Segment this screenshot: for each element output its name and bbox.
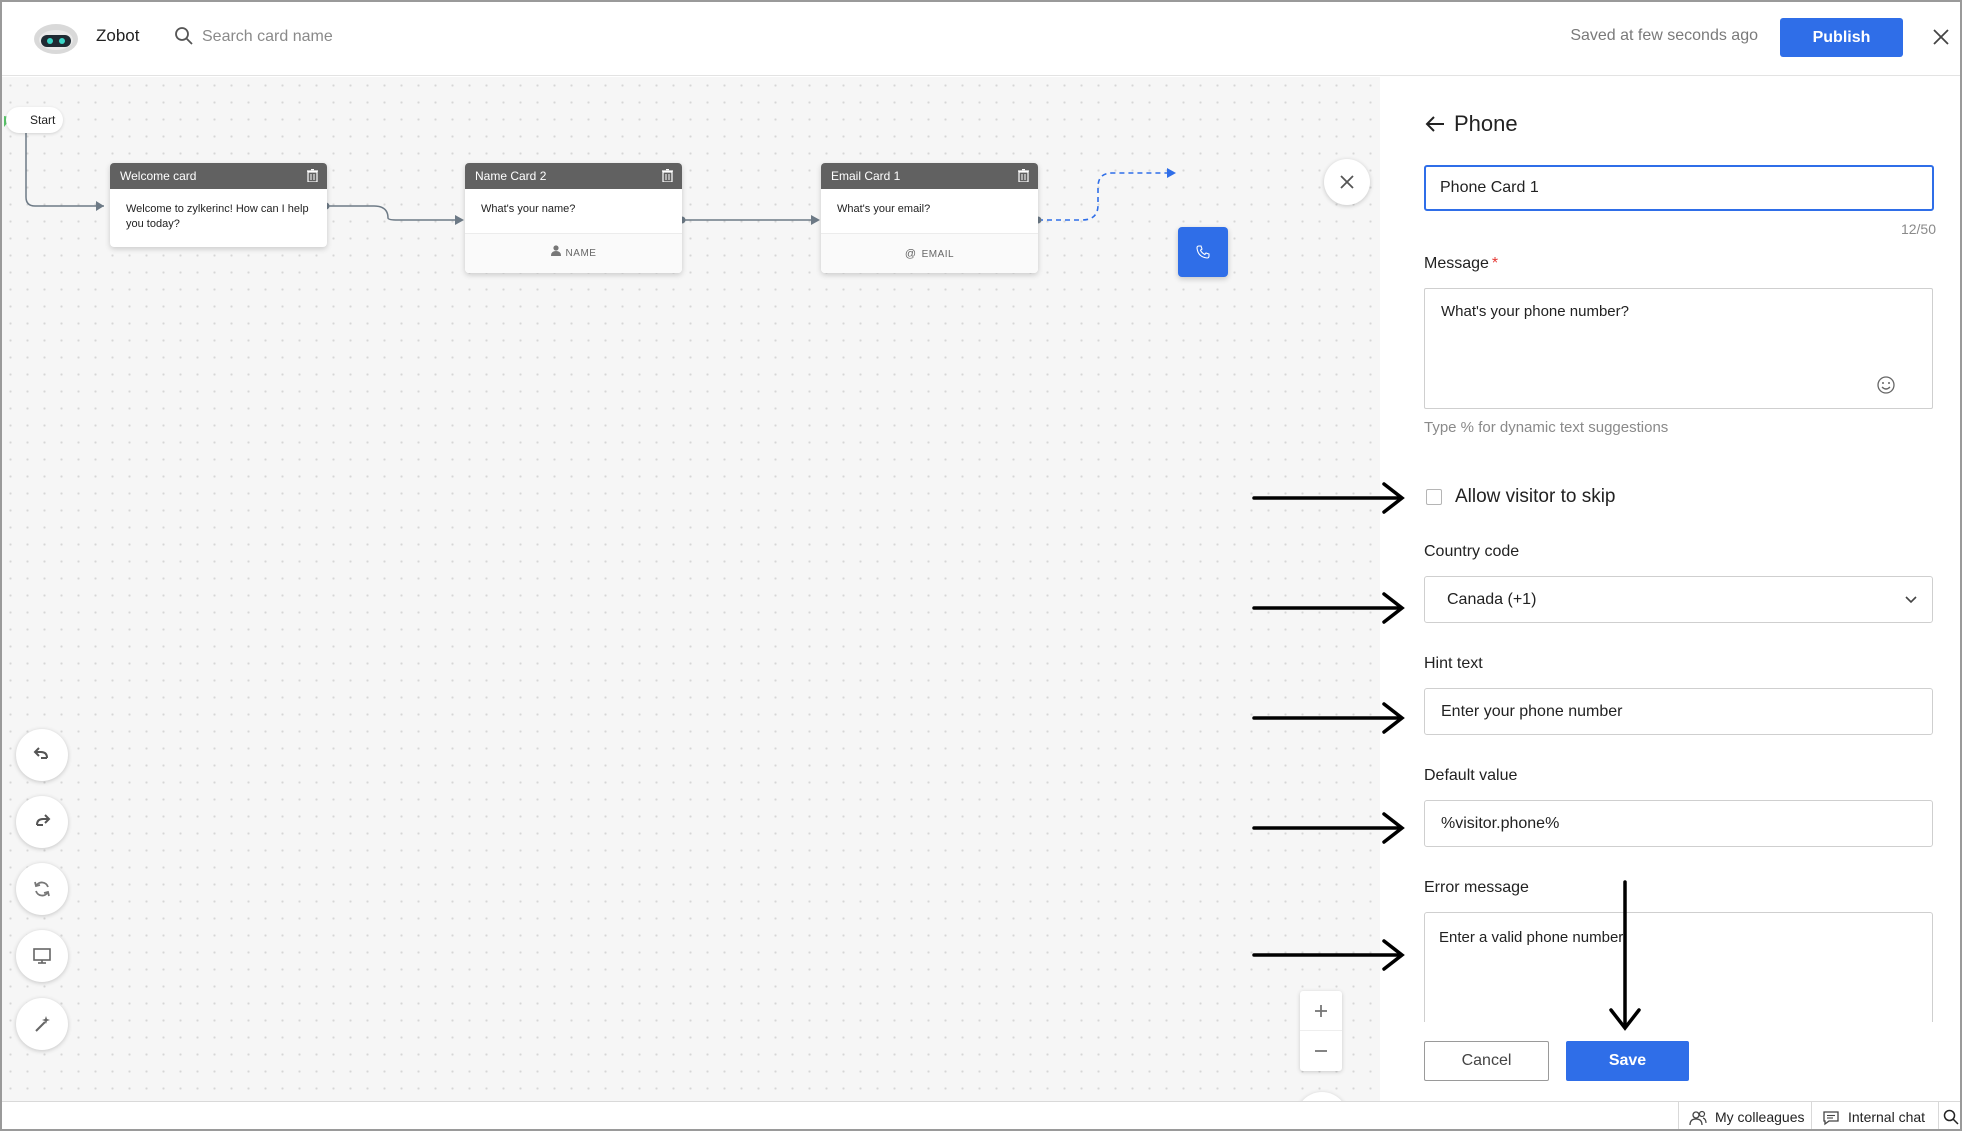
internal-chat-button[interactable]: Internal chat — [1811, 1102, 1936, 1129]
statusbar-search-button[interactable] — [1938, 1102, 1960, 1129]
internal-chat-label: Internal chat — [1848, 1109, 1926, 1125]
zoom-controls — [1300, 991, 1342, 1071]
redo-button[interactable] — [16, 796, 68, 848]
default-value-input[interactable]: %visitor.phone% — [1424, 800, 1933, 847]
email-card[interactable]: Email Card 1 What's your email? @ EMAIL — [821, 163, 1038, 273]
phone-card-node[interactable] — [1178, 227, 1228, 277]
plus-icon — [1315, 1005, 1327, 1017]
panel-title: Phone — [1454, 111, 1518, 136]
top-bar: Zobot Saved at few seconds ago Publish — [2, 2, 1960, 76]
card-field-tag: NAME — [465, 233, 682, 273]
card-title: Email Card 1 — [831, 169, 901, 183]
trash-icon[interactable] — [1018, 169, 1029, 182]
zoom-in-button[interactable] — [1300, 991, 1342, 1031]
hint-text-label: Hint text — [1424, 655, 1483, 672]
country-code-value: Canada (+1) — [1447, 591, 1537, 608]
card-title: Welcome card — [120, 169, 197, 183]
default-value-label: Default value — [1424, 767, 1518, 784]
undo-icon — [33, 747, 48, 759]
card-name-input[interactable] — [1424, 165, 1934, 211]
magic-wand-icon — [35, 1016, 50, 1032]
status-bar: My colleagues Internal chat — [2, 1101, 1960, 1129]
preview-screen-button[interactable] — [16, 930, 68, 982]
card-field-label: NAME — [565, 248, 597, 259]
welcome-card[interactable]: Welcome card Welcome to zylkerinc! How c… — [110, 163, 327, 247]
search-icon — [175, 27, 193, 45]
auto-arrange-button[interactable] — [16, 998, 68, 1050]
trash-icon[interactable] — [662, 169, 673, 182]
undo-button[interactable] — [16, 729, 68, 781]
card-settings-panel: Phone 12/50 Message* What's your phone n… — [1380, 77, 1960, 1101]
phone-icon — [1196, 245, 1210, 259]
name-card[interactable]: Name Card 2 What's your name? NAME — [465, 163, 682, 273]
hint-text-input[interactable]: Enter your phone number — [1424, 688, 1933, 735]
card-header: Name Card 2 — [465, 163, 682, 189]
monitor-icon — [33, 948, 51, 964]
save-button[interactable]: Save — [1566, 1041, 1689, 1081]
chat-icon — [1823, 1111, 1839, 1126]
start-node[interactable]: Start — [6, 107, 64, 133]
message-textarea[interactable]: What's your phone number? — [1424, 288, 1933, 409]
card-header: Email Card 1 — [821, 163, 1038, 189]
saved-status: Saved at few seconds ago — [1570, 27, 1758, 44]
person-icon — [550, 234, 561, 273]
canvas-close-button[interactable] — [1324, 159, 1370, 205]
close-icon[interactable] — [1930, 26, 1952, 48]
robot-logo-icon — [34, 24, 78, 54]
my-colleagues-button[interactable]: My colleagues — [1678, 1102, 1808, 1129]
people-icon — [1689, 1110, 1707, 1126]
card-message: What's your name? — [481, 203, 576, 215]
message-hint: Type % for dynamic text suggestions — [1424, 419, 1669, 436]
char-count: 12/50 — [1900, 221, 1936, 237]
close-icon — [1340, 175, 1354, 189]
redo-icon — [36, 814, 51, 826]
error-message-textarea[interactable]: Enter a valid phone number — [1424, 912, 1933, 1022]
error-message-label: Error message — [1424, 879, 1529, 896]
my-colleagues-label: My colleagues — [1715, 1109, 1805, 1125]
back-arrow-icon[interactable] — [1424, 113, 1446, 135]
refresh-button[interactable] — [16, 863, 68, 915]
chevron-down-icon — [1905, 596, 1917, 604]
app-name: Zobot — [96, 26, 140, 45]
required-marker: * — [1491, 255, 1499, 272]
message-label: Message * — [1424, 255, 1498, 273]
search-input[interactable] — [202, 22, 502, 52]
publish-button[interactable]: Publish — [1780, 18, 1903, 57]
country-code-label: Country code — [1424, 543, 1520, 560]
connector-lines — [25, 132, 1176, 225]
app-window: Zobot Saved at few seconds ago Publish — [0, 0, 1962, 1131]
trash-icon[interactable] — [307, 169, 318, 182]
at-icon: @ — [904, 248, 917, 260]
allow-skip-checkbox[interactable] — [1426, 489, 1442, 505]
allow-skip-label[interactable]: Allow visitor to skip — [1455, 486, 1616, 508]
card-title: Name Card 2 — [475, 169, 547, 183]
emoji-icon[interactable] — [1876, 375, 1896, 395]
refresh-icon — [34, 881, 50, 897]
country-code-select[interactable]: Canada (+1) — [1424, 576, 1933, 623]
cancel-button[interactable]: Cancel — [1424, 1041, 1549, 1081]
start-label: Start — [30, 113, 56, 127]
message-label-text: Message — [1424, 255, 1489, 272]
zoom-out-button[interactable] — [1300, 1031, 1342, 1071]
card-field-tag: @ EMAIL — [821, 233, 1038, 273]
search-icon — [1943, 1109, 1959, 1125]
card-message: What's your email? — [837, 203, 931, 215]
card-field-label: EMAIL — [921, 249, 955, 260]
card-header: Welcome card — [110, 163, 327, 189]
minus-icon — [1315, 1050, 1327, 1052]
flow-canvas[interactable]: Start Welcome card Welcome to zylkerinc!… — [2, 77, 1380, 1129]
card-message: Welcome to zylkerinc! How can I help you… — [126, 203, 309, 230]
